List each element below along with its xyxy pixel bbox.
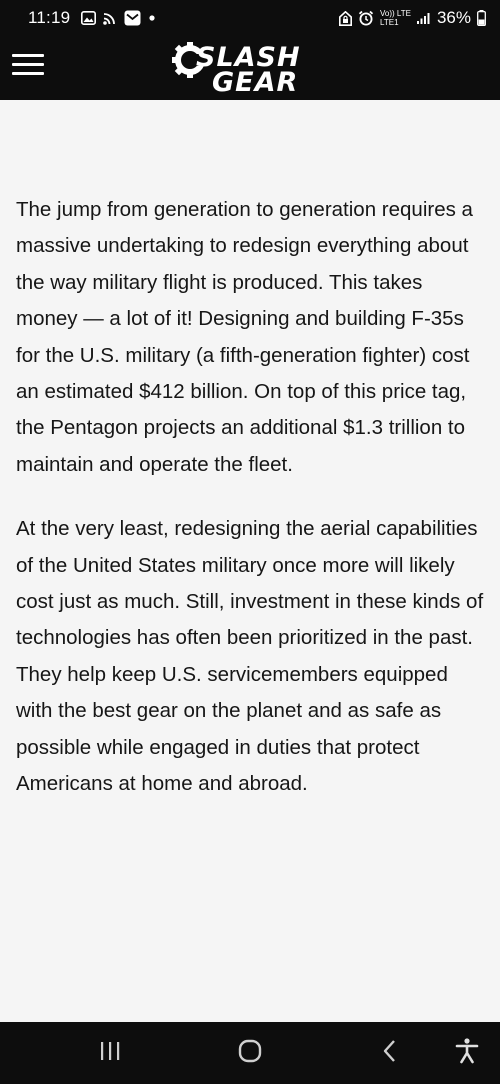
battery-icon [477, 10, 486, 26]
mail-icon [124, 10, 141, 26]
site-logo[interactable]: SLASH GEAR [172, 40, 332, 98]
home-icon [238, 1039, 262, 1068]
back-button[interactable] [374, 1038, 406, 1068]
menu-button[interactable] [12, 54, 44, 78]
status-bar: 11:19 Vo)) LTE LTE1 36% [0, 0, 500, 36]
home-button[interactable] [234, 1038, 266, 1068]
article-paragraph: The jump from generation to generation r… [16, 198, 473, 476]
back-icon [382, 1039, 398, 1068]
accessibility-button[interactable] [451, 1037, 483, 1069]
hamburger-line [12, 72, 44, 75]
status-bar-right: Vo)) LTE LTE1 36% [338, 8, 486, 28]
logo-text-gear: GEAR [212, 67, 299, 98]
status-bar-left: 11:19 [28, 8, 156, 28]
signal-icon [416, 12, 431, 24]
hamburger-line [12, 63, 44, 66]
home-lock-icon [338, 10, 352, 26]
battery-percentage: 36% [436, 8, 471, 27]
status-time: 11:19 [28, 8, 71, 27]
system-navigation-bar [0, 1022, 500, 1084]
alarm-icon [358, 10, 374, 26]
recent-apps-button[interactable] [94, 1038, 126, 1068]
recent-apps-icon [98, 1041, 122, 1066]
hamburger-line [12, 54, 44, 57]
article-paragraph: At the very least, redesigning the aeria… [16, 517, 484, 796]
dot-icon [148, 14, 156, 22]
article-body: The jump from generation to generation r… [16, 192, 486, 831]
gallery-icon [81, 11, 97, 25]
accessibility-icon [455, 1037, 479, 1069]
cast-icon [103, 11, 117, 25]
app-header: SLASH GEAR [0, 36, 500, 100]
network-label: Vo)) LTE LTE1 [379, 9, 411, 27]
